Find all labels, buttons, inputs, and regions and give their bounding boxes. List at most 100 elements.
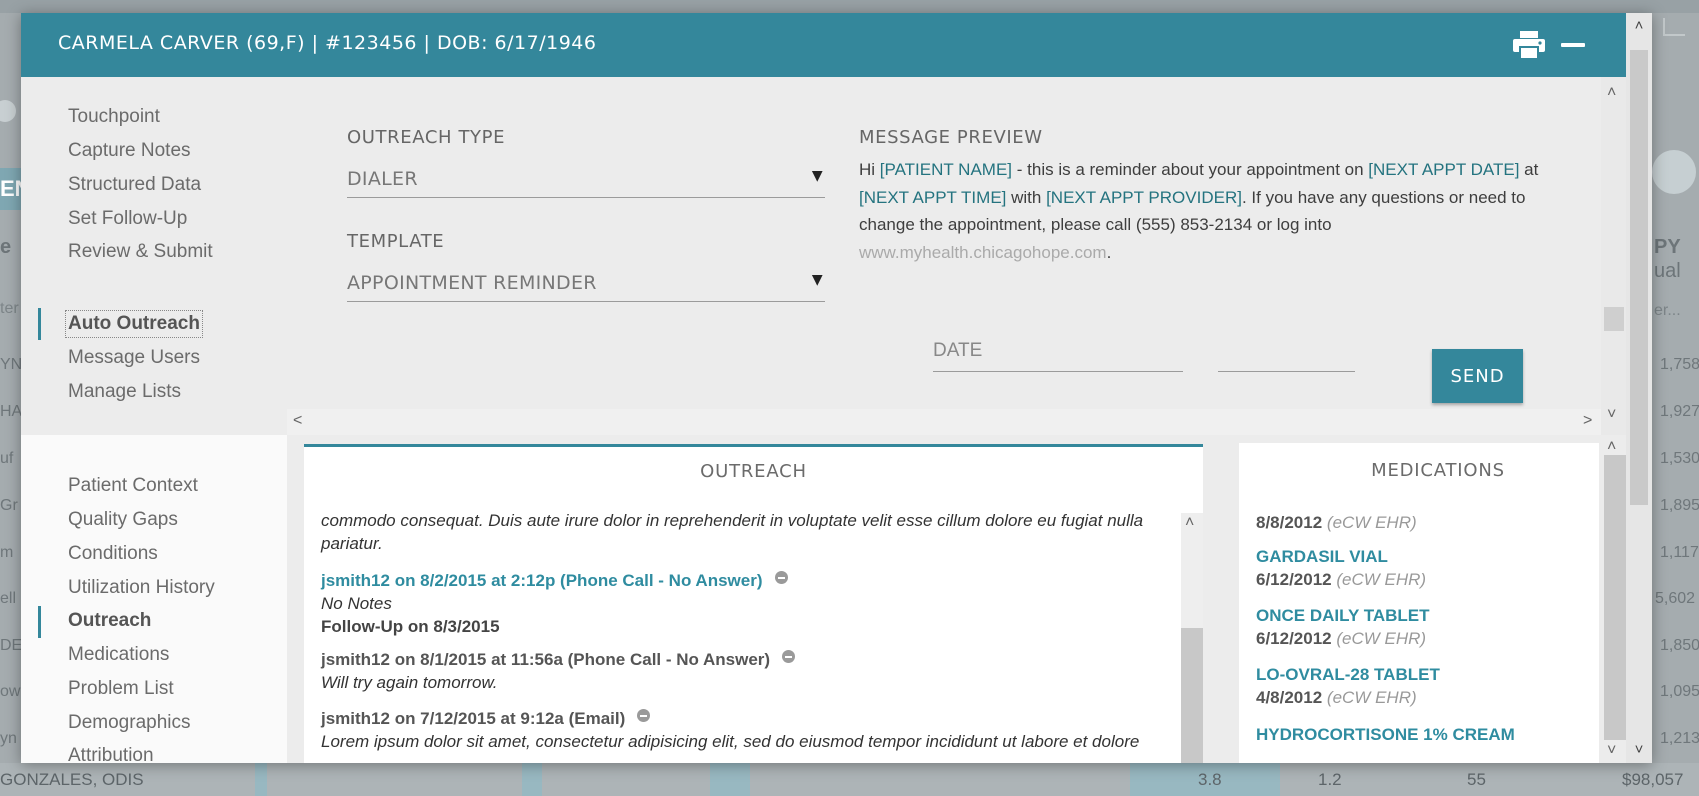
nav-auto-outreach[interactable]: Auto Outreach bbox=[65, 310, 203, 338]
nav-capture-notes[interactable]: Capture Notes bbox=[68, 140, 191, 162]
outreach-scrollbar-thumb[interactable] bbox=[1181, 628, 1203, 763]
preview-text: - this is a reminder about your appointm… bbox=[1012, 160, 1369, 179]
medication-name[interactable]: GARDASIL VIAL bbox=[1256, 547, 1388, 567]
entry-title: jsmith12 on 8/1/2015 at 11:56a (Phone Ca… bbox=[321, 650, 771, 669]
nav-patient-context[interactable]: Patient Context bbox=[68, 475, 198, 497]
template-select[interactable]: APPOINTMENT REMINDER ▼ bbox=[347, 262, 825, 302]
nav-message-users[interactable]: Message Users bbox=[68, 347, 200, 369]
medication-item: 6/12/2012 (eCW EHR) bbox=[1256, 629, 1426, 649]
nav-quality-gaps[interactable]: Quality Gaps bbox=[68, 509, 178, 531]
bg-left-label-ter: ter bbox=[0, 300, 19, 317]
preview-token: [NEXT APPT PROVIDER] bbox=[1046, 187, 1242, 207]
scroll-right-icon[interactable]: ˃ bbox=[1583, 413, 1592, 429]
outreach-entry-followup: Follow-Up on 8/3/2015 bbox=[321, 617, 500, 636]
preview-text: with bbox=[1006, 187, 1047, 207]
medication-date: 4/8/2012 bbox=[1256, 688, 1323, 707]
preview-text: . bbox=[1106, 242, 1112, 262]
medication-source: (eCW EHR) bbox=[1326, 513, 1417, 532]
bg-footer-name: GONZALES, ODIS bbox=[0, 770, 144, 789]
medication-date: 6/12/2012 bbox=[1256, 629, 1332, 648]
send-button[interactable]: SEND bbox=[1432, 349, 1523, 403]
remove-icon[interactable] bbox=[782, 650, 796, 663]
horizontal-scrollbar[interactable]: ˂ ˃ bbox=[287, 409, 1601, 435]
medication-source: (eCW EHR) bbox=[1326, 688, 1417, 707]
message-preview: Hi [PATIENT NAME] - this is a reminder a… bbox=[859, 156, 1549, 266]
message-preview-label: MESSAGE PREVIEW bbox=[859, 127, 1043, 148]
bg-header-strip bbox=[0, 0, 1699, 13]
medication-source: (eCW EHR) bbox=[1336, 570, 1427, 589]
lower-nav: Patient Context Quality Gaps Conditions … bbox=[21, 435, 287, 766]
preview-text: Hi bbox=[859, 160, 880, 179]
date-input[interactable]: DATE bbox=[933, 333, 1183, 372]
scroll-down-icon[interactable]: ˅ bbox=[1607, 407, 1616, 423]
dropdown-caret-icon: ▼ bbox=[811, 168, 823, 184]
scroll-left-icon[interactable]: ˂ bbox=[293, 413, 302, 429]
date-placeholder: DATE bbox=[933, 340, 983, 361]
scroll-up-icon[interactable]: ˄ bbox=[1607, 439, 1616, 455]
active-indicator bbox=[38, 308, 41, 340]
nav-attribution[interactable]: Attribution bbox=[68, 745, 154, 767]
bg-user-icon bbox=[0, 100, 16, 122]
medication-name[interactable]: ONCE DAILY TABLET bbox=[1256, 606, 1429, 626]
modal-header: CARMELA CARVER (69,F) | #123456 | DOB: 6… bbox=[21, 13, 1626, 77]
nav-demographics[interactable]: Demographics bbox=[68, 712, 191, 734]
medication-date: 6/12/2012 bbox=[1256, 570, 1332, 589]
outreach-entry-header[interactable]: jsmith12 on 8/2/2015 at 2:12p (Phone Cal… bbox=[321, 571, 788, 591]
outreach-entry-note: No Notes bbox=[321, 594, 392, 613]
bg-footer-v2: 1.2 bbox=[1318, 770, 1342, 789]
scroll-up-icon[interactable]: ˄ bbox=[1607, 85, 1616, 101]
lower-section: OUTREACH commodo consequat. Duis aute ir… bbox=[287, 435, 1626, 763]
nav-conditions[interactable]: Conditions bbox=[68, 543, 158, 565]
remove-icon[interactable] bbox=[774, 571, 788, 584]
upper-scrollbar-thumb[interactable] bbox=[1604, 307, 1624, 331]
medication-name[interactable]: HYDROCORTISONE 1% CREAM bbox=[1256, 725, 1515, 745]
print-icon[interactable] bbox=[1512, 30, 1546, 60]
nav-review-submit[interactable]: Review & Submit bbox=[68, 241, 213, 263]
medication-item: 6/12/2012 (eCW EHR) bbox=[1256, 570, 1426, 590]
bg-left-label-e: e bbox=[0, 236, 12, 258]
medication-name[interactable]: LO-OVRAL-28 TABLET bbox=[1256, 665, 1440, 685]
medication-item: 4/8/2012 (eCW EHR) bbox=[1256, 688, 1417, 708]
nav-manage-lists[interactable]: Manage Lists bbox=[68, 381, 181, 403]
bg-footer-v1: 3.8 bbox=[1198, 770, 1222, 789]
patient-title: CARMELA CARVER (69,F) | #123456 | DOB: 6… bbox=[58, 32, 597, 54]
nav-set-follow-up[interactable]: Set Follow-Up bbox=[68, 208, 187, 230]
nav-outreach[interactable]: Outreach bbox=[68, 610, 151, 632]
outreach-entry-header[interactable]: jsmith12 on 7/12/2015 at 9:12a (Email) bbox=[321, 709, 651, 729]
bg-chart-icon bbox=[1663, 18, 1685, 36]
nav-structured-data[interactable]: Structured Data bbox=[68, 174, 201, 196]
bg-footer-bar bbox=[255, 763, 267, 796]
entry-title: jsmith12 on 7/12/2015 at 9:12a (Email) bbox=[321, 709, 626, 728]
nav-problem-list[interactable]: Problem List bbox=[68, 678, 174, 700]
lower-scrollbar-thumb[interactable] bbox=[1604, 455, 1626, 740]
bg-pie-icon bbox=[1652, 150, 1696, 194]
scroll-down-icon[interactable]: ˅ bbox=[1607, 743, 1616, 759]
scroll-up-icon[interactable]: ˄ bbox=[1185, 515, 1194, 531]
modal-scrollbar-thumb[interactable] bbox=[1630, 50, 1648, 505]
outreach-type-value: DIALER bbox=[347, 168, 418, 190]
nav-touchpoint[interactable]: Touchpoint bbox=[68, 106, 160, 128]
outreach-scrollbar[interactable]: ˄ bbox=[1181, 513, 1203, 763]
upper-scrollbar[interactable]: ˄ ˅ bbox=[1601, 77, 1626, 435]
remove-icon[interactable] bbox=[637, 709, 651, 722]
bg-right-label-py: PY bbox=[1654, 236, 1681, 258]
nav-utilization-history[interactable]: Utilization History bbox=[68, 577, 215, 599]
lower-scrollbar[interactable]: ˄ ˅ bbox=[1601, 435, 1626, 763]
outreach-note-text: commodo consequat. Duis aute irure dolor… bbox=[321, 511, 1144, 530]
scroll-up-icon[interactable]: ˄ bbox=[1626, 15, 1652, 37]
lower-scrollbar-track[interactable] bbox=[1604, 455, 1626, 740]
active-indicator bbox=[38, 606, 41, 638]
outreach-type-select[interactable]: DIALER ▼ bbox=[347, 158, 825, 198]
modal-scrollbar[interactable]: ˄ ˅ bbox=[1626, 13, 1652, 763]
nav-medications[interactable]: Medications bbox=[68, 644, 169, 666]
scroll-down-icon[interactable]: ˅ bbox=[1626, 739, 1652, 761]
medications-panel: MEDICATIONS 8/8/2012 (eCW EHR) GARDASIL … bbox=[1239, 443, 1599, 763]
template-value: APPOINTMENT REMINDER bbox=[347, 272, 597, 294]
outreach-entry-header[interactable]: jsmith12 on 8/1/2015 at 11:56a (Phone Ca… bbox=[321, 650, 796, 670]
bg-footer-v4: $98,057 bbox=[1622, 770, 1684, 789]
preview-link[interactable]: www.myhealth.chicagohope.com bbox=[859, 243, 1107, 262]
outreach-note-text: pariatur. bbox=[321, 534, 383, 553]
minimize-icon[interactable] bbox=[1561, 43, 1585, 47]
preview-text: at bbox=[1519, 160, 1539, 179]
time-input[interactable] bbox=[1218, 333, 1355, 372]
